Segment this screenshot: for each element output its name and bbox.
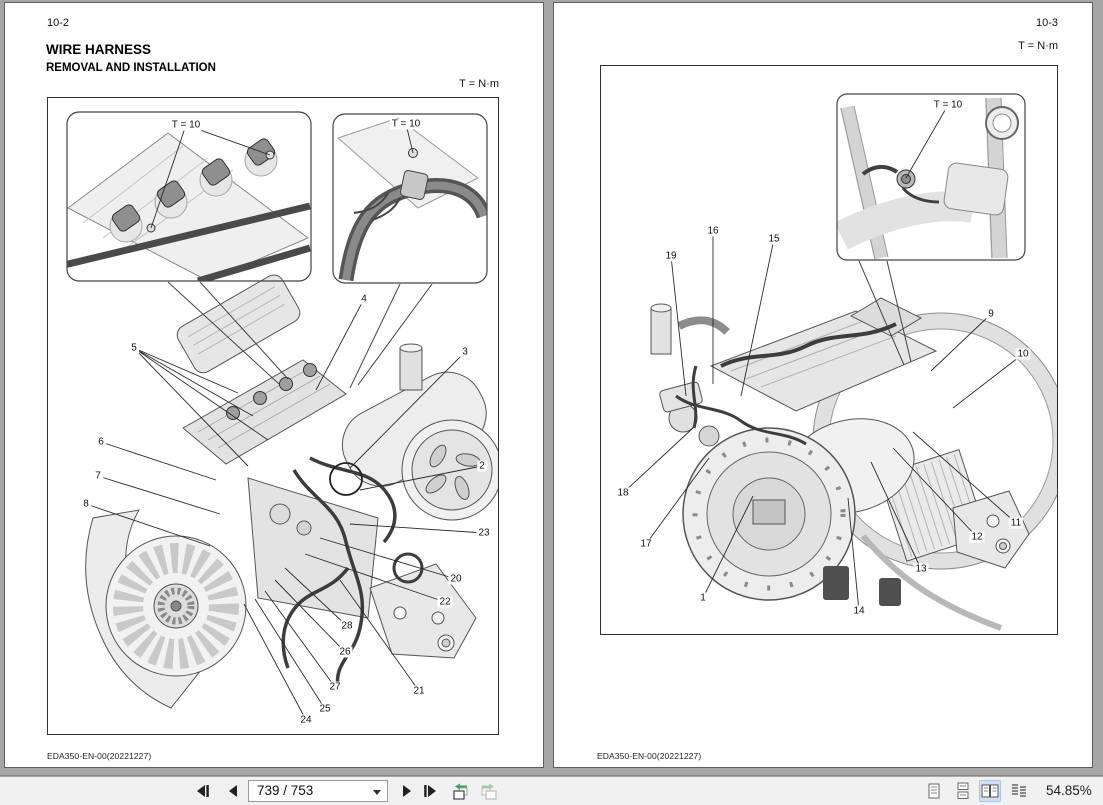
facing-pages-icon — [981, 784, 999, 798]
previous-page-button[interactable] — [223, 781, 245, 801]
page-number-value: 739 / 753 — [257, 783, 314, 798]
callout-10: 10 — [1015, 348, 1031, 360]
callout-15: 15 — [766, 233, 782, 245]
facing-view-button[interactable] — [979, 780, 1001, 802]
continuous-facing-icon — [1012, 784, 1026, 797]
page-number: 10-2 — [47, 17, 70, 29]
callout-27: 27 — [327, 681, 343, 693]
page-footer: EDA350-EN-00(20221227) — [47, 751, 152, 761]
next-view-icon — [481, 783, 497, 800]
first-page-button[interactable] — [192, 781, 214, 801]
callout-8: 8 — [81, 498, 91, 510]
callout-11: 11 — [1008, 517, 1024, 529]
callout-6: 6 — [96, 436, 106, 448]
callout-19: 19 — [663, 250, 679, 262]
callout-20: 20 — [448, 573, 464, 585]
page-footer: EDA350-EN-00(20221227) — [597, 751, 702, 761]
single-page-icon — [928, 783, 940, 799]
last-page-button[interactable] — [419, 781, 441, 801]
callout-18: 18 — [615, 487, 631, 499]
previous-page-icon — [229, 785, 237, 797]
callout-24: 24 — [298, 714, 314, 726]
last-page-icon — [424, 785, 436, 797]
page-number-field[interactable]: 739 / 753 — [248, 780, 388, 802]
callout-2: 2 — [477, 460, 487, 472]
next-page-icon — [403, 785, 411, 797]
callout-21: 21 — [411, 685, 427, 697]
callout-23: 23 — [476, 527, 492, 539]
page-subtitle: REMOVAL AND INSTALLATION — [46, 62, 216, 74]
callout-12: 12 — [969, 531, 985, 543]
zoom-level: 54.85% — [1046, 783, 1092, 798]
first-page-icon — [197, 785, 209, 797]
document-area: 10-2 WIRE HARNESS REMOVAL AND INSTALLATI… — [0, 0, 1103, 776]
next-view-button[interactable] — [477, 781, 499, 801]
callout-9: 9 — [986, 308, 996, 320]
callout-22: 22 — [437, 596, 453, 608]
callout-T=10: T = 10 — [931, 99, 965, 111]
callout-1: 1 — [698, 592, 708, 604]
figure-right: T = 10 19 16 15 9 10 11 12 13 14 1 17 18 — [600, 65, 1058, 635]
page-right: 10-3 T = N·m T = 10 19 16 15 9 10 11 12 … — [553, 2, 1093, 768]
next-page-button[interactable] — [395, 781, 417, 801]
callout-28: 28 — [339, 620, 355, 632]
previous-view-icon — [452, 783, 467, 800]
callout-16: 16 — [705, 225, 721, 237]
dropdown-caret-icon[interactable] — [373, 790, 381, 795]
torque-note: T = N·m — [459, 78, 499, 90]
callout-17: 17 — [638, 538, 654, 550]
continuous-view-button[interactable] — [952, 780, 974, 802]
page-left: 10-2 WIRE HARNESS REMOVAL AND INSTALLATI… — [4, 2, 544, 768]
continuous-page-icon — [957, 782, 969, 799]
callout-26: 26 — [337, 646, 353, 658]
callout-leader-lines — [622, 104, 1024, 612]
callout-7: 7 — [93, 470, 103, 482]
page-title: WIRE HARNESS — [46, 42, 152, 57]
callout-25: 25 — [317, 703, 333, 715]
previous-view-button[interactable] — [449, 781, 471, 801]
torque-note: T = N·m — [1018, 40, 1058, 52]
figure-left: T = 10 T = 10 5 6 7 8 4 3 2 23 20 22 21 28 26 27 25 24 — [47, 97, 499, 735]
callout-14: 14 — [851, 605, 867, 617]
callout-leader-lines — [85, 123, 485, 721]
callout-4: 4 — [359, 293, 369, 305]
callout-5: 5 — [129, 342, 139, 354]
callout-13: 13 — [913, 563, 929, 575]
callout-T=10: T = 10 — [169, 119, 203, 131]
page-number: 10-3 — [1035, 17, 1058, 29]
callout-T=10: T = 10 — [389, 118, 423, 130]
pdf-viewer: 10-2 WIRE HARNESS REMOVAL AND INSTALLATI… — [0, 0, 1103, 805]
continuous-facing-view-button[interactable] — [1008, 780, 1030, 802]
status-toolbar: 739 / 753 54.85% — [0, 777, 1103, 805]
single-page-view-button[interactable] — [923, 780, 945, 802]
callout-3: 3 — [460, 346, 470, 358]
